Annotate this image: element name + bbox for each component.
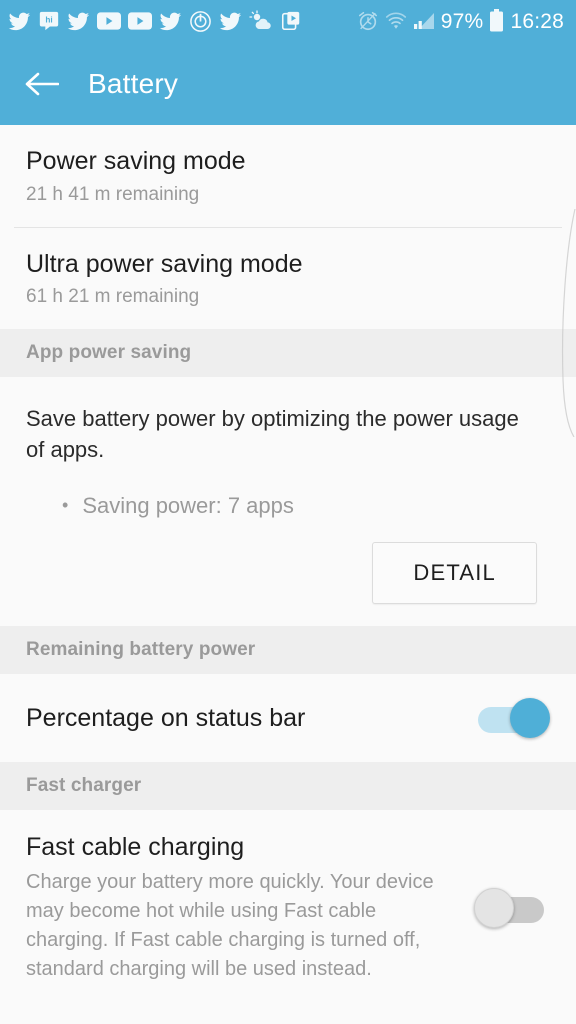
app-power-saving-description: Save battery power by optimizing the pow… [26, 406, 519, 463]
twitter-bird-icon [67, 10, 90, 33]
youtube-icon [97, 12, 121, 30]
setting-row-power-saving-mode[interactable]: Power saving mode 21 h 41 m remaining [0, 125, 576, 227]
alarm-clock-icon [357, 10, 379, 32]
notification-icons: hi [8, 10, 302, 33]
wifi-icon [385, 11, 407, 31]
fast-cable-charging-toggle[interactable] [474, 886, 550, 930]
page-title: Battery [88, 67, 179, 99]
saving-power-text: Saving power: 7 apps [82, 492, 294, 518]
battery-full-icon [489, 9, 504, 33]
twitter-bird-icon [159, 10, 182, 33]
section-header-remaining-battery-power: Remaining battery power [0, 626, 576, 675]
percentage-on-status-bar-toggle[interactable] [474, 696, 550, 740]
toggle-thumb [474, 888, 514, 929]
ultra-power-saving-mode-title: Ultra power saving mode [26, 249, 303, 278]
power-saving-mode-subtitle: 21 h 41 m remaining [26, 183, 200, 205]
svg-text:hi: hi [45, 15, 52, 24]
hike-message-icon: hi [38, 10, 60, 32]
setting-row-ultra-power-saving-mode[interactable]: Ultra power saving mode 61 h 21 m remain… [0, 227, 576, 330]
setting-row-percentage-on-status-bar[interactable]: Percentage on status bar [0, 674, 576, 763]
percentage-on-status-bar-text: Percentage on status bar [26, 703, 474, 733]
power-saving-mode-title: Power saving mode [26, 147, 246, 175]
percentage-on-status-bar-label: Percentage on status bar [26, 704, 306, 733]
youtube-icon [128, 12, 152, 30]
fast-cable-charging-description: Charge your battery more quickly. Your d… [26, 871, 434, 981]
bullet-point-icon: • [62, 494, 69, 515]
weather-sun-cloud-icon [249, 10, 273, 32]
signal-bars-icon [413, 11, 435, 31]
section-header-fast-charger: Fast charger [0, 762, 576, 811]
fast-cable-charging-text: Fast cable charging Charge your battery … [26, 832, 474, 984]
setting-row-fast-cable-charging[interactable]: Fast cable charging Charge your battery … [0, 810, 576, 1007]
fast-cable-charging-label: Fast cable charging [26, 833, 245, 862]
twitter-bird-icon [8, 10, 31, 33]
detail-button[interactable]: DETAIL [372, 542, 537, 605]
ultra-power-saving-mode-subtitle: 61 h 21 m remaining [26, 286, 200, 308]
settings-list[interactable]: Power saving mode 21 h 41 m remaining Ul… [0, 125, 576, 1024]
media-clipboard-icon [280, 10, 302, 32]
app-bar: Battery [0, 42, 576, 125]
toggle-thumb [510, 698, 550, 739]
saving-power-bullet-item: • Saving power: 7 apps [26, 492, 550, 521]
clock: 16:28 [510, 9, 564, 33]
twitter-bird-icon [219, 10, 242, 33]
power-target-icon [189, 10, 212, 33]
battery-percentage: 97% [440, 9, 484, 33]
system-status-icons: 97% 16:28 [357, 9, 564, 33]
app-power-saving-block: Save battery power by optimizing the pow… [0, 377, 576, 627]
section-header-app-power-saving: App power saving [0, 329, 576, 378]
status-bar[interactable]: hi 97% 16:28 [0, 0, 576, 42]
detail-button-container: DETAIL [26, 542, 550, 605]
back-arrow-icon[interactable] [24, 66, 60, 102]
